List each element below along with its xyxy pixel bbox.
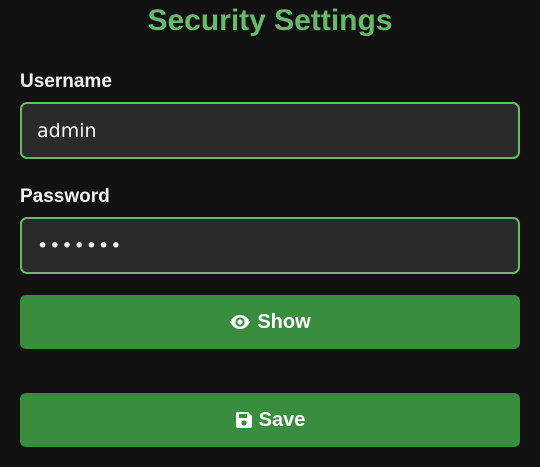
eye-icon: [229, 314, 251, 330]
save-button-label: Save: [258, 408, 306, 431]
show-password-button[interactable]: Show: [20, 295, 520, 349]
password-label: Password: [20, 186, 110, 207]
show-button-label: Show: [257, 310, 311, 333]
floppy-disk-icon: [235, 411, 253, 429]
username-input[interactable]: [20, 102, 520, 159]
page-title: Security Settings: [147, 4, 393, 37]
save-button[interactable]: Save: [20, 393, 520, 447]
username-label: Username: [20, 71, 112, 92]
password-input[interactable]: [20, 217, 520, 274]
